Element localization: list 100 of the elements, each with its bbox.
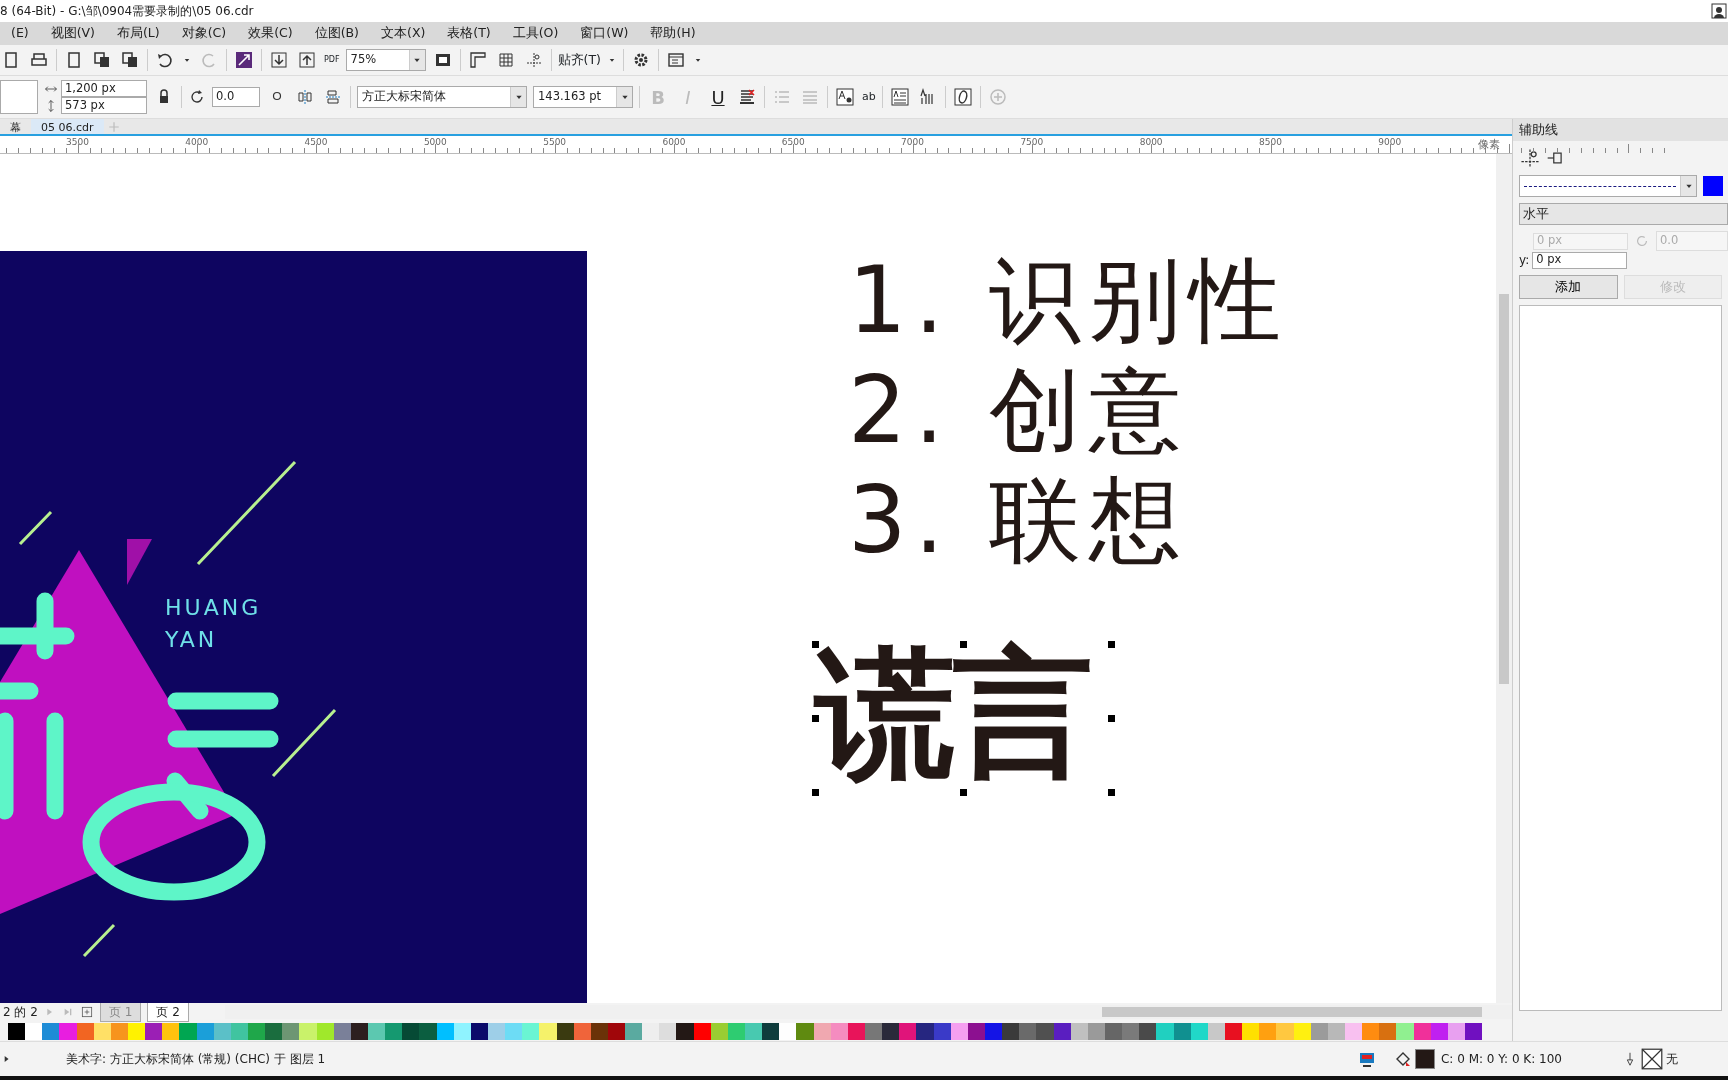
- grid-icon[interactable]: [496, 51, 515, 69]
- menu-item[interactable]: 窗口(W): [569, 24, 640, 43]
- color-proof-icon[interactable]: [1357, 1050, 1376, 1068]
- color-swatch[interactable]: [642, 1022, 660, 1040]
- scrollbar-thumb[interactable]: [1102, 1007, 1482, 1017]
- color-swatch[interactable]: [762, 1022, 780, 1040]
- zoom-combo[interactable]: 75%: [345, 49, 426, 71]
- snap-button[interactable]: 贴齐(T): [557, 50, 601, 70]
- add-page-icon[interactable]: [79, 1005, 94, 1019]
- color-swatch[interactable]: [25, 1022, 43, 1040]
- mirror-icon[interactable]: [324, 88, 342, 106]
- text-tool-button[interactable]: ab: [862, 88, 876, 106]
- menu-item[interactable]: 表格(T): [436, 24, 502, 43]
- color-swatch[interactable]: [779, 1022, 797, 1040]
- color-swatch[interactable]: [1002, 1022, 1020, 1040]
- color-swatch[interactable]: [179, 1022, 197, 1040]
- docker-button[interactable]: 添加: [1519, 275, 1618, 299]
- color-swatch[interactable]: [625, 1022, 643, 1040]
- menu-item[interactable]: 工具(O): [501, 24, 570, 43]
- menu-item[interactable]: 对象(C): [170, 24, 238, 43]
- orientation-field[interactable]: 水平: [1519, 203, 1728, 225]
- text-color-icon[interactable]: [738, 88, 756, 106]
- color-swatch[interactable]: [162, 1022, 180, 1040]
- selection-handle[interactable]: [812, 715, 819, 722]
- color-swatch[interactable]: [299, 1022, 317, 1040]
- color-swatch[interactable]: [522, 1022, 540, 1040]
- color-swatch[interactable]: [419, 1022, 437, 1040]
- menu-item[interactable]: 文本(X): [370, 24, 437, 43]
- user-icon[interactable]: [1710, 2, 1728, 20]
- size-field[interactable]: 1,200 px: [61, 80, 147, 97]
- window-icon[interactable]: [667, 51, 685, 69]
- color-swatch[interactable]: [1396, 1022, 1414, 1040]
- color-swatch[interactable]: [1242, 1022, 1260, 1040]
- color-swatch[interactable]: [1379, 1022, 1397, 1040]
- color-swatch[interactable]: [1105, 1022, 1123, 1040]
- no-outline-icon[interactable]: [1641, 1048, 1663, 1070]
- color-swatch[interactable]: [539, 1022, 557, 1040]
- import-icon[interactable]: [270, 51, 288, 69]
- settings-icon[interactable]: [632, 51, 650, 69]
- color-swatch[interactable]: [8, 1022, 26, 1040]
- launcher-icon[interactable]: [235, 51, 253, 69]
- selection-handle[interactable]: [960, 641, 967, 648]
- selection-handle[interactable]: [1108, 789, 1115, 796]
- undo-icon[interactable]: [156, 51, 174, 69]
- color-swatch[interactable]: [796, 1022, 814, 1040]
- guideline-icon[interactable]: [1519, 147, 1541, 169]
- color-swatch[interactable]: [1019, 1022, 1037, 1040]
- color-swatch[interactable]: [402, 1022, 420, 1040]
- color-swatch[interactable]: [882, 1022, 900, 1040]
- color-swatch[interactable]: [745, 1022, 763, 1040]
- menu-item[interactable]: 帮助(H): [639, 24, 707, 43]
- full-screen-icon[interactable]: [433, 51, 452, 69]
- menu-item[interactable]: (E): [0, 24, 40, 43]
- color-swatch[interactable]: [1139, 1022, 1157, 1040]
- selection-handle[interactable]: [1108, 715, 1115, 722]
- color-swatch[interactable]: [916, 1022, 934, 1040]
- copy-icon[interactable]: [93, 51, 111, 69]
- menu-item[interactable]: 效果(C): [237, 24, 304, 43]
- color-swatch[interactable]: [145, 1022, 163, 1040]
- italic-character-icon[interactable]: [953, 88, 972, 106]
- text-format-icon[interactable]: [890, 88, 909, 106]
- export-icon[interactable]: [298, 51, 316, 69]
- color-swatch[interactable]: [865, 1022, 883, 1040]
- mirror-icon[interactable]: [296, 88, 314, 106]
- scrollbar-thumb[interactable]: [1499, 294, 1509, 684]
- color-swatch[interactable]: [265, 1022, 283, 1040]
- color-swatch[interactable]: [1036, 1022, 1054, 1040]
- character-settings-icon[interactable]: [836, 88, 854, 106]
- y-field[interactable]: 0 px: [1532, 251, 1628, 269]
- color-swatch[interactable]: [59, 1022, 77, 1040]
- guide-color-swatch[interactable]: [1703, 176, 1723, 196]
- document-tab[interactable]: 05 06.cdr: [31, 119, 104, 134]
- pdf-button[interactable]: PDF: [324, 54, 340, 66]
- input-field[interactable]: [0, 80, 38, 114]
- menu-item[interactable]: 视图(V): [39, 24, 106, 43]
- color-swatch[interactable]: [985, 1022, 1003, 1040]
- color-swatch[interactable]: [899, 1022, 917, 1040]
- print-icon[interactable]: [30, 51, 48, 69]
- selection-handle[interactable]: [960, 789, 967, 796]
- color-swatch[interactable]: [1276, 1022, 1294, 1040]
- selection-handle[interactable]: [812, 789, 819, 796]
- ruler-icon[interactable]: [468, 51, 487, 69]
- guideline-icon[interactable]: [524, 51, 543, 69]
- rotation-field[interactable]: 0.0: [212, 87, 260, 107]
- font-size-combo[interactable]: 143.163 pt: [533, 86, 633, 108]
- color-swatch[interactable]: [676, 1022, 694, 1040]
- color-swatch[interactable]: [1362, 1022, 1380, 1040]
- menu-item[interactable]: 位图(B): [303, 24, 370, 43]
- color-swatch[interactable]: [659, 1022, 677, 1040]
- color-swatch[interactable]: [385, 1022, 403, 1040]
- menu-item[interactable]: 布局(L): [105, 24, 171, 43]
- document-icon[interactable]: [2, 51, 20, 69]
- paste-icon[interactable]: [121, 51, 139, 69]
- size-field[interactable]: 573 px: [61, 97, 147, 114]
- color-swatch[interactable]: [505, 1022, 523, 1040]
- color-swatch[interactable]: [42, 1022, 60, 1040]
- document-icon[interactable]: [65, 51, 83, 69]
- font-combo[interactable]: 方正大标宋简体: [357, 86, 527, 108]
- line-style-combo[interactable]: [1519, 175, 1697, 197]
- rotate-icon[interactable]: [188, 88, 206, 106]
